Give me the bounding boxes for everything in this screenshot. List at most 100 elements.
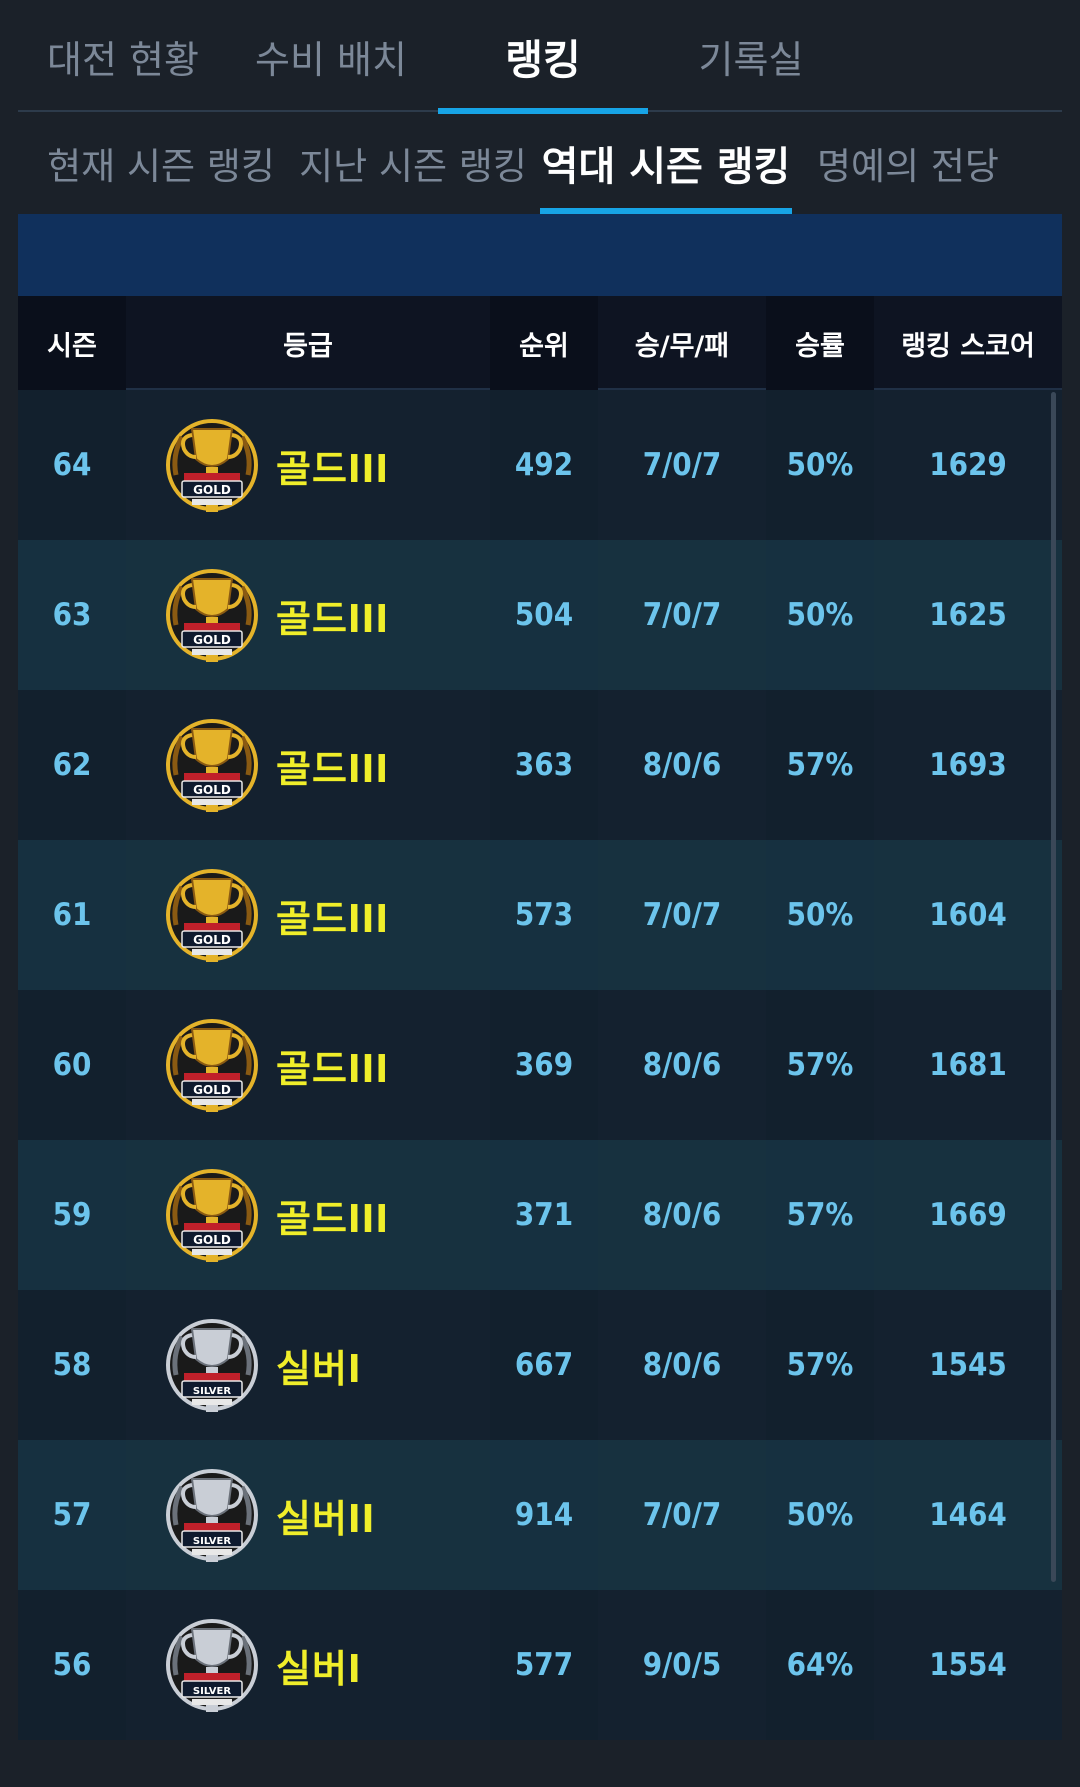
ranking-score-value: 1681 [929,1047,1007,1083]
win-draw-loss-value: 8/0/6 [642,747,722,783]
table-body[interactable]: 64 GOLD 골드III 492 7/0/7 50% 1629 63 GOLD 골드III 504… [18,390,1062,1787]
season-number: 59 [18,1140,126,1290]
top-tab-bar: 대전 현황 수비 배치 랭킹 기록실 [18,0,1062,114]
win-draw-loss-value: 7/0/7 [642,447,722,483]
table-row[interactable]: 63 GOLD 골드III 504 7/0/7 50% 1625 [18,540,1062,690]
season-number: 57 [18,1440,126,1590]
season-number: 61 [18,840,126,990]
badge-text: GOLD [193,1233,231,1247]
grade-label: 실버I [276,1646,362,1691]
badge-text: GOLD [193,933,231,947]
rank-value: 369 [490,990,598,1140]
gold-trophy-icon: GOLD [166,869,258,962]
grade-label: 골드III [276,446,390,491]
table-scrollbar[interactable] [1051,392,1056,1582]
header-season: 시즌 [18,296,126,390]
header-grade: 등급 [283,330,333,362]
sub-tab-bar: 현재 시즌 랭킹 지난 시즌 랭킹 역대 시즌 랭킹 명예의 전당 [18,112,1062,214]
tab-current-season-ranking[interactable]: 현재 시즌 랭킹 [46,112,276,214]
win-rate-value: 57% [766,1290,874,1440]
win-draw-loss-value: 8/0/6 [642,1347,722,1383]
grade-label: 실버I [276,1346,362,1391]
badge-text: GOLD [193,1083,231,1097]
table-row[interactable]: 57 SILVER 실버II 914 7/0/7 50% 1464 [18,1440,1062,1590]
season-ranking-table: 시즌 등급 순위 승/무/패 승률 랭킹 스코어 64 GOLD 골드III 492 7… [18,296,1062,1787]
grade-cell: SILVER 실버I [126,1590,490,1740]
table-row[interactable]: 62 GOLD 골드III 363 8/0/6 57% 1693 [18,690,1062,840]
season-number: 62 [18,690,126,840]
win-draw-loss-value: 8/0/6 [642,1197,722,1233]
tab-all-time-season-ranking[interactable]: 역대 시즌 랭킹 [540,112,792,214]
table-row[interactable]: 61 GOLD 골드III 573 7/0/7 50% 1604 [18,840,1062,990]
rank-value: 577 [490,1590,598,1740]
table-header: 시즌 등급 순위 승/무/패 승률 랭킹 스코어 [18,296,1062,390]
header-ranking-score: 랭킹 스코어 [901,330,1035,362]
tab-ranking[interactable]: 랭킹 [438,0,648,114]
win-rate-value: 57% [766,690,874,840]
season-number: 60 [18,990,126,1140]
gold-trophy-icon: GOLD [166,419,258,512]
season-number: 64 [18,390,126,540]
rank-value: 371 [490,1140,598,1290]
ranking-banner [18,214,1062,296]
win-rate-value: 50% [766,540,874,690]
grade-cell: SILVER 실버I [126,1290,490,1440]
grade-cell: GOLD 골드III [126,690,490,840]
grade-cell: SILVER 실버II [126,1440,490,1590]
table-row[interactable]: 58 SILVER 실버I 667 8/0/6 57% 1545 [18,1290,1062,1440]
grade-label: 골드III [276,896,390,941]
win-rate-value: 50% [766,390,874,540]
grade-label: 골드III [276,1046,390,1091]
ranking-score-value: 1604 [929,897,1007,933]
win-rate-value: 57% [766,990,874,1140]
ranking-score-value: 1693 [929,747,1007,783]
win-draw-loss-value: 7/0/7 [642,1497,722,1533]
badge-text: GOLD [193,483,231,497]
grade-label: 골드III [276,746,390,791]
badge-text: SILVER [193,1536,231,1547]
season-number: 56 [18,1590,126,1740]
gold-trophy-icon: GOLD [166,719,258,812]
win-rate-value: 50% [766,840,874,990]
grade-cell: GOLD 골드III [126,540,490,690]
table-row[interactable]: 56 SILVER 실버I 577 9/0/5 64% 1554 [18,1590,1062,1740]
win-rate-value: 50% [766,1440,874,1590]
table-row[interactable]: 59 GOLD 골드III 371 8/0/6 57% 1669 [18,1140,1062,1290]
header-win-draw-loss: 승/무/패 [634,330,730,362]
win-rate-value: 57% [766,1140,874,1290]
grade-cell: GOLD 골드III [126,1140,490,1290]
win-draw-loss-value: 7/0/7 [642,897,722,933]
table-row[interactable]: 64 GOLD 골드III 492 7/0/7 50% 1629 [18,390,1062,540]
grade-cell: GOLD 골드III [126,990,490,1140]
win-draw-loss-value: 7/0/7 [642,597,722,633]
win-rate-value: 64% [766,1590,874,1740]
season-number: 63 [18,540,126,690]
header-win-rate: 승률 [766,296,874,390]
tab-records[interactable]: 기록실 [646,0,856,112]
badge-text: SILVER [193,1686,231,1697]
win-draw-loss-value: 8/0/6 [642,1047,722,1083]
gold-trophy-icon: GOLD [166,1169,258,1262]
header-rank: 순위 [490,296,598,390]
ranking-score-value: 1554 [929,1647,1007,1683]
badge-text: SILVER [193,1386,231,1397]
tab-defense-setup[interactable]: 수비 배치 [226,0,436,112]
rank-value: 363 [490,690,598,840]
tab-hall-of-fame[interactable]: 명예의 전당 [817,112,999,214]
grade-cell: GOLD 골드III [126,390,490,540]
rank-value: 504 [490,540,598,690]
table-row[interactable]: 60 GOLD 골드III 369 8/0/6 57% 1681 [18,990,1062,1140]
tab-battle-status[interactable]: 대전 현황 [18,0,228,112]
ranking-score-value: 1464 [929,1497,1007,1533]
ranking-score-value: 1629 [929,447,1007,483]
tab-last-season-ranking[interactable]: 지난 시즌 랭킹 [298,112,528,214]
grade-label: 골드III [276,596,390,641]
ranking-score-value: 1545 [929,1347,1007,1383]
rank-value: 492 [490,390,598,540]
grade-label: 골드III [276,1196,390,1241]
gold-trophy-icon: GOLD [166,569,258,662]
badge-text: GOLD [193,783,231,797]
silver-trophy-icon: SILVER [166,1469,258,1562]
silver-trophy-icon: SILVER [166,1619,258,1712]
rank-value: 914 [490,1440,598,1590]
